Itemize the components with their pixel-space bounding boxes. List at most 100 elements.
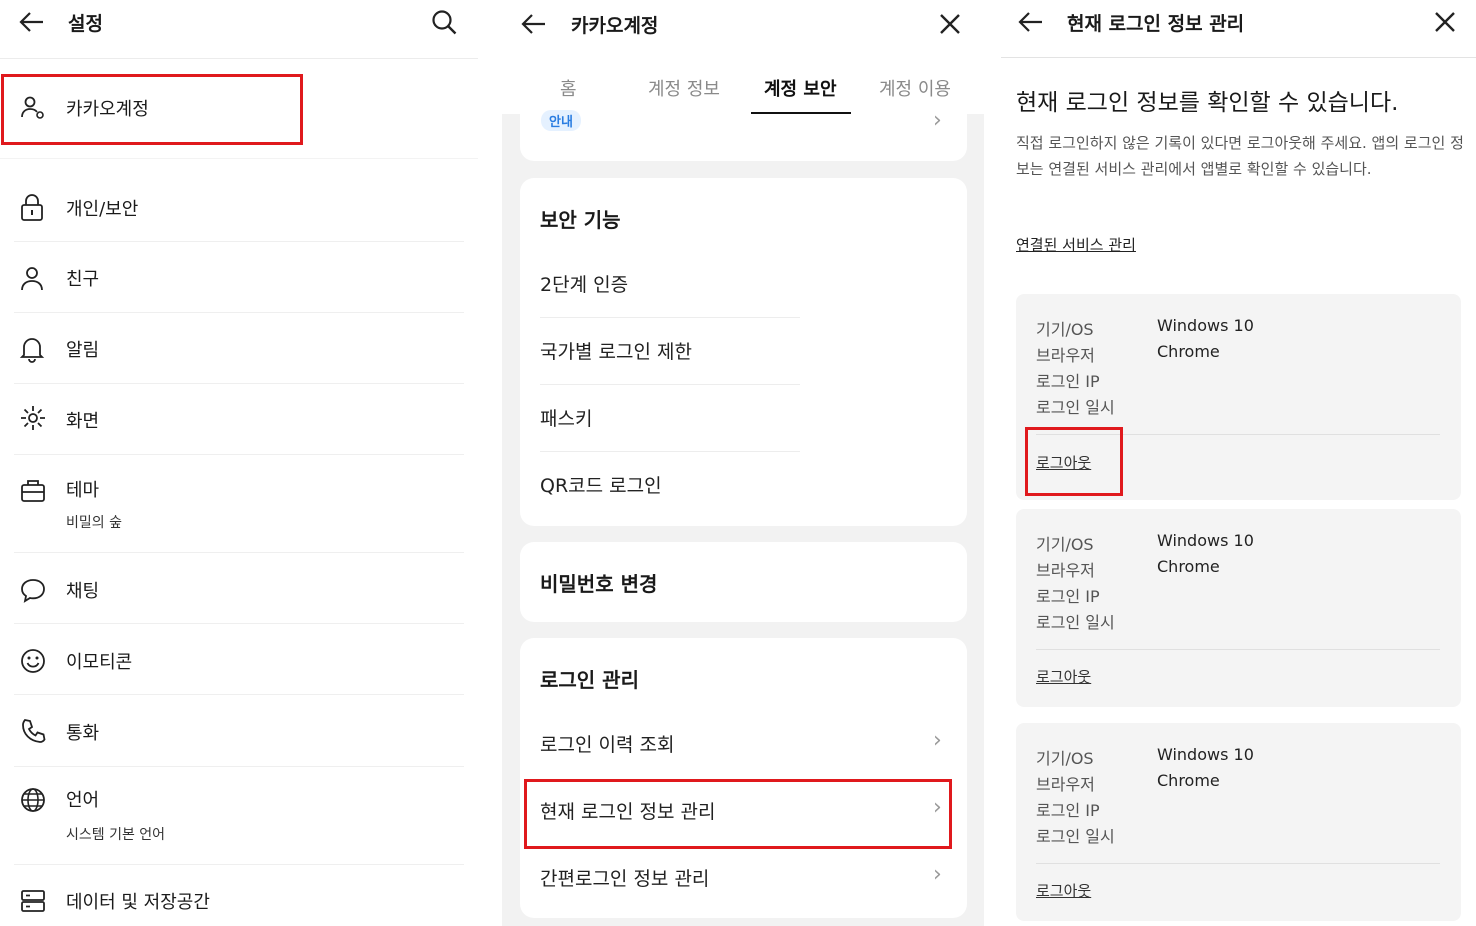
item-divider: [14, 454, 464, 455]
info-description: 직접 로그인하지 않은 기록이 있다면 로그아웃해 주세요. 앱의 로그인 정보…: [1016, 134, 1464, 178]
account-header: 카카오계정 홈 계정 정보 계정 보안 계정 이용: [502, 0, 984, 114]
phone-icon: [22, 719, 46, 743]
item-divider: [540, 384, 800, 385]
menu-item-passkey[interactable]: 패스키: [540, 404, 592, 431]
display-icon: [21, 406, 45, 430]
settings-item-notifications[interactable]: 알림: [0, 319, 478, 379]
session-card: 기기/OS Windows 10 브라우저 Chrome 로그인 IP 로그인 …: [1016, 509, 1461, 707]
logout-link[interactable]: 로그아웃: [1036, 880, 1091, 901]
chevron-right-icon: ›: [933, 728, 942, 753]
settings-item-language[interactable]: 언어 시스템 기본 언어: [0, 770, 478, 850]
settings-item-label: 채팅: [66, 581, 100, 602]
tab-account-security[interactable]: 계정 보안: [764, 75, 837, 101]
tab-account-info[interactable]: 계정 정보: [648, 75, 720, 101]
settings-item-display[interactable]: 화면: [0, 390, 478, 450]
notice-card[interactable]: 안내 ›: [520, 108, 967, 161]
browser-label: 브라우저: [1036, 346, 1095, 365]
tab-account-usage[interactable]: 계정 이용: [879, 75, 951, 101]
connected-services-link[interactable]: 연결된 서비스 관리: [1016, 234, 1136, 255]
theme-icon: [21, 480, 45, 502]
page-title: 현재 로그인 정보 관리: [1067, 13, 1245, 35]
header-divider: [0, 58, 478, 59]
menu-item-qr-login[interactable]: QR코드 로그인: [540, 471, 662, 498]
browser-value: Chrome: [1157, 557, 1220, 576]
menu-item-two-step-auth[interactable]: 2단계 인증: [540, 270, 628, 297]
item-divider: [14, 312, 464, 313]
settings-item-sublabel: 시스템 기본 언어: [66, 827, 166, 843]
highlight-box: [1, 74, 303, 145]
section-divider: [0, 158, 478, 159]
session-card: 기기/OS Windows 10 브라우저 Chrome 로그인 IP 로그인 …: [1016, 723, 1461, 921]
chat-icon: [21, 579, 45, 603]
ip-label: 로그인 IP: [1036, 801, 1100, 820]
highlight-box: [524, 779, 952, 849]
browser-label: 브라우저: [1036, 561, 1095, 580]
card-divider: [1036, 649, 1440, 650]
section-title: 보안 기능: [540, 208, 621, 232]
back-arrow-icon[interactable]: [18, 8, 46, 36]
header-divider: [1001, 57, 1476, 58]
settings-item-privacy[interactable]: 개인/보안: [0, 178, 478, 238]
logout-link[interactable]: 로그아웃: [1036, 666, 1091, 687]
device-value: Windows 10: [1157, 531, 1254, 550]
globe-icon: [21, 788, 45, 812]
browser-value: Chrome: [1157, 342, 1220, 361]
password-change-label: 비밀번호 변경: [540, 572, 658, 596]
device-value: Windows 10: [1157, 316, 1254, 335]
search-icon[interactable]: [430, 8, 458, 36]
item-divider: [14, 623, 464, 624]
tab-home[interactable]: 홈: [560, 75, 577, 101]
password-change-card[interactable]: 비밀번호 변경: [520, 542, 967, 622]
close-icon[interactable]: [1433, 10, 1457, 34]
settings-item-label: 친구: [66, 269, 100, 290]
settings-item-theme[interactable]: 테마 비밀의 숲: [0, 460, 478, 540]
item-divider: [14, 864, 464, 865]
settings-item-chat[interactable]: 채팅: [0, 560, 478, 620]
menu-item-simple-login-info[interactable]: 간편로그인 정보 관리: [540, 864, 709, 891]
section-title: 로그인 관리: [540, 668, 639, 692]
login-time-label: 로그인 일시: [1036, 398, 1115, 417]
chevron-right-icon: ›: [933, 862, 942, 887]
highlight-box: [1025, 427, 1123, 496]
page-title: 설정: [68, 13, 103, 35]
item-divider: [14, 552, 464, 553]
item-divider: [14, 766, 464, 767]
settings-item-label: 통화: [66, 723, 100, 744]
settings-item-sublabel: 비밀의 숲: [66, 515, 122, 531]
browser-value: Chrome: [1157, 771, 1220, 790]
settings-item-emoticon[interactable]: 이모티콘: [0, 631, 478, 691]
settings-item-label: 이모티콘: [66, 652, 133, 673]
settings-item-label: 알림: [66, 340, 100, 361]
back-arrow-icon[interactable]: [1017, 8, 1045, 36]
menu-item-country-login-limit[interactable]: 국가별 로그인 제한: [540, 337, 692, 364]
page-title: 카카오계정: [571, 15, 659, 37]
settings-item-label: 언어: [66, 790, 100, 811]
item-divider: [14, 383, 464, 384]
security-features-card: 보안 기능 2단계 인증 국가별 로그인 제한 패스키 QR코드 로그인: [520, 178, 967, 526]
bell-icon: [19, 338, 45, 363]
settings-item-call[interactable]: 통화: [0, 702, 478, 762]
notice-badge: 안내: [541, 110, 581, 131]
emoticon-icon: [21, 649, 45, 673]
device-value: Windows 10: [1157, 745, 1254, 764]
menu-item-login-history[interactable]: 로그인 이력 조회: [540, 730, 674, 757]
current-login-panel: 현재 로그인 정보 관리 현재 로그인 정보를 확인할 수 있습니다. 직접 로…: [1001, 0, 1476, 926]
close-icon[interactable]: [938, 12, 962, 36]
settings-item-label: 테마: [66, 480, 100, 501]
back-arrow-icon[interactable]: [520, 10, 548, 38]
login-management-card: 로그인 관리 로그인 이력 조회 › 현재 로그인 정보 관리 › 간편로그인 …: [520, 638, 967, 918]
ip-label: 로그인 IP: [1036, 587, 1100, 606]
settings-item-data-storage[interactable]: 데이터 및 저장공간: [0, 871, 478, 926]
item-divider: [540, 317, 800, 318]
lock-icon: [21, 194, 43, 221]
info-heading: 현재 로그인 정보를 확인할 수 있습니다.: [1016, 90, 1399, 116]
item-divider: [14, 241, 464, 242]
settings-item-label: 화면: [66, 411, 100, 432]
device-label: 기기/OS: [1036, 320, 1094, 339]
login-time-label: 로그인 일시: [1036, 613, 1115, 632]
settings-item-label: 데이터 및 저장공간: [66, 892, 210, 913]
settings-item-friends[interactable]: 친구: [0, 248, 478, 308]
item-divider: [540, 451, 800, 452]
settings-item-label: 개인/보안: [66, 199, 139, 220]
login-time-label: 로그인 일시: [1036, 827, 1115, 846]
